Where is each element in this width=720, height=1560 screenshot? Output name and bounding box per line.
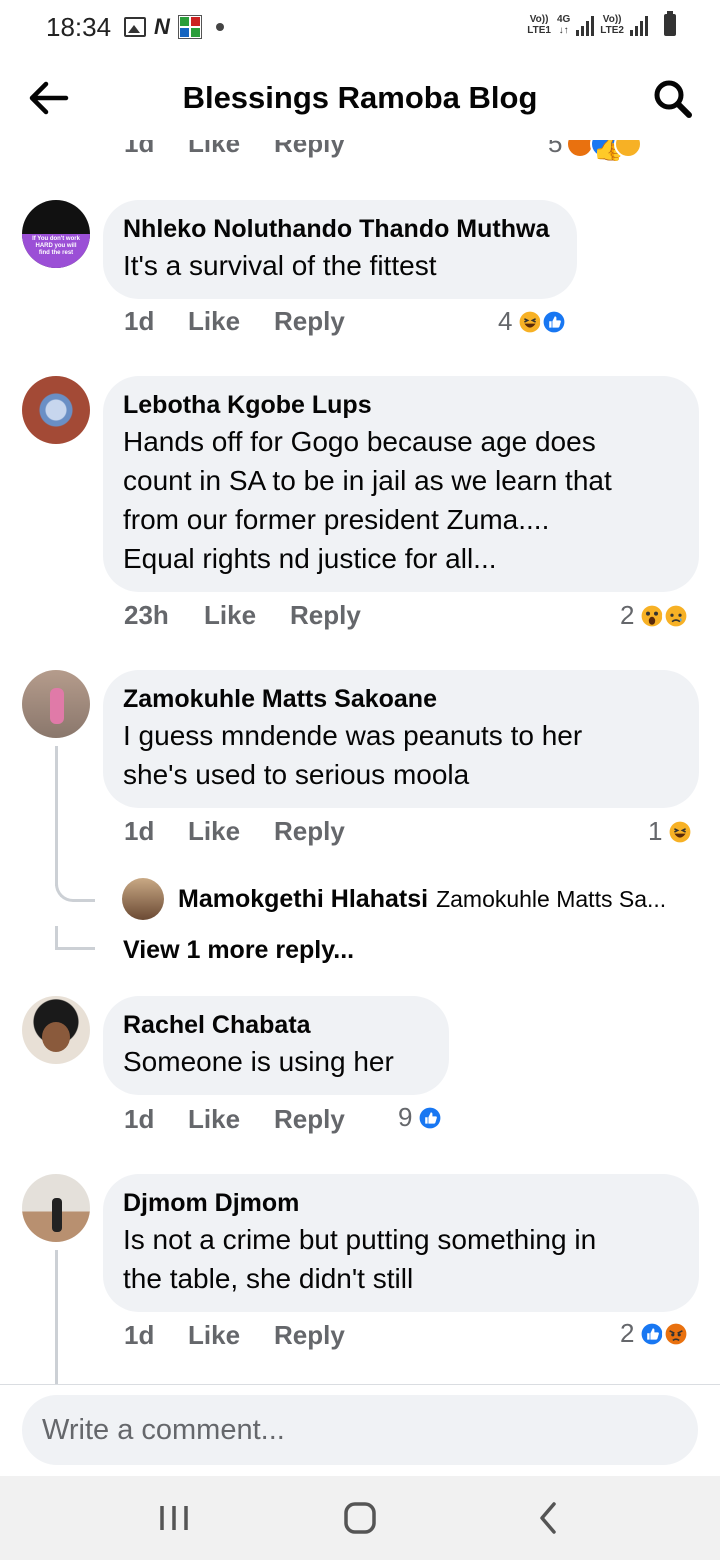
partial-comment-actions: 1d Like Reply (124, 140, 345, 159)
angry-reaction-icon (662, 1319, 691, 1348)
recents-icon (160, 1506, 188, 1530)
comment-time: 23h (124, 600, 169, 630)
comment-time: 1d (124, 1320, 155, 1350)
comment-time: 1d (124, 140, 155, 158)
battery-icon (664, 11, 676, 36)
comment-time: 1d (124, 306, 155, 336)
comments-list: 1d Like Reply 5 If You don't work HARD y… (0, 140, 720, 1384)
reaction-summary[interactable]: 9 (398, 1102, 445, 1133)
sad-reaction-icon (662, 601, 691, 630)
comment-author[interactable]: Rachel Chabata (123, 1008, 429, 1042)
partial-reactions[interactable]: 5 (548, 140, 643, 159)
more-notifications-dot-icon (215, 23, 224, 31)
comment-composer (0, 1384, 720, 1476)
sim1-indicator: Vo)) LTE1 (527, 14, 551, 36)
reaction-summary[interactable]: 4 (498, 306, 569, 337)
avatar[interactable]: If You don't work HARD you will find the… (22, 200, 90, 268)
comment-text: I guess mndende was peanuts to her she's… (123, 720, 583, 790)
thread-connector (55, 926, 95, 950)
like-link[interactable]: Like (204, 600, 290, 631)
page-title: Blessings Ramoba Blog (182, 80, 538, 115)
reply-author: Mamokgethi Hlahatsi (178, 884, 429, 913)
search-icon (654, 80, 692, 118)
comment-actions: 1d Like Reply (124, 1104, 345, 1135)
comment-bubble[interactable]: Djmom Djmom Is not a crime but putting s… (103, 1174, 699, 1312)
comment-text: It's a survival of the fittest (123, 250, 437, 281)
like-link[interactable]: Like (188, 816, 274, 847)
comment-author[interactable]: Zamokuhle Matts Sakoane (123, 682, 679, 716)
reaction-summary[interactable]: 2 (620, 1318, 691, 1349)
network-type: 4G ↓↑ (556, 14, 571, 36)
avatar[interactable] (22, 670, 90, 738)
avatar[interactable] (22, 996, 90, 1064)
notification-icons: N (124, 14, 224, 40)
back-icon (540, 1502, 556, 1534)
like-link[interactable]: Like (188, 1320, 274, 1351)
comment-actions: 1d Like Reply (124, 1320, 345, 1351)
recents-button[interactable] (154, 1498, 194, 1538)
status-time: 18:34 (46, 12, 112, 42)
status-right: Vo)) LTE1 4G ↓↑ Vo)) LTE2 (527, 11, 676, 36)
reply-snippet: Zamokuhle Matts Sa... (436, 885, 667, 912)
nfc-icon: N (154, 14, 170, 39)
reply-link[interactable]: Reply (290, 600, 361, 631)
comment-bubble[interactable]: Zamokuhle Matts Sakoane I guess mndende … (103, 670, 699, 808)
reply-link[interactable]: Reply (274, 306, 345, 337)
comment-bubble[interactable]: Lebotha Kgobe Lups Hands off for Gogo be… (103, 376, 699, 592)
system-nav-bar (0, 1476, 720, 1560)
comment-bubble[interactable]: Rachel Chabata Someone is using her (103, 996, 449, 1095)
thread-line (55, 1250, 58, 1384)
home-button[interactable] (340, 1498, 380, 1538)
reply-link[interactable]: Reply (274, 1104, 345, 1135)
comment-actions: 1d Like Reply (124, 306, 345, 337)
like-link[interactable]: Like (188, 1104, 274, 1135)
thread-connector (55, 880, 95, 902)
comment-author[interactable]: Nhleko Noluthando Thando Muthwa (123, 212, 557, 246)
reply-link[interactable]: Reply (274, 140, 345, 159)
comment-text: Is not a crime but putting something in … (123, 1224, 597, 1294)
signal1-icon (576, 14, 595, 36)
sim2-indicator: Vo)) LTE2 (600, 14, 624, 36)
write-comment-input[interactable] (22, 1395, 698, 1465)
search-button[interactable] (652, 78, 694, 120)
reply-link[interactable]: Reply (274, 1320, 345, 1351)
reaction-summary[interactable]: 1 (648, 816, 695, 847)
comment-time: 1d (124, 816, 155, 846)
like-reaction-icon (416, 1103, 445, 1132)
comment-bubble[interactable]: Nhleko Noluthando Thando Muthwa It's a s… (103, 200, 577, 299)
app-header: Blessings Ramoba Blog (0, 56, 720, 140)
comment-text: Hands off for Gogo because age does coun… (123, 426, 612, 574)
comment-actions: 1d Like Reply (124, 816, 345, 847)
avatar[interactable] (22, 1174, 90, 1242)
home-icon (344, 1502, 376, 1534)
thread-line (55, 746, 58, 886)
comment-author[interactable]: Lebotha Kgobe Lups (123, 388, 679, 422)
like-link[interactable]: Like (188, 306, 274, 337)
status-bar: 18:34 N Vo)) LTE1 4G ↓↑ Vo)) LTE2 (0, 0, 720, 56)
comment-time: 1d (124, 1104, 155, 1134)
avatar[interactable] (22, 376, 90, 444)
comment-text: Someone is using her (123, 1046, 394, 1077)
back-nav-button[interactable] (528, 1498, 568, 1538)
reply-preview[interactable]: Mamokgethi Hlahatsi Zamokuhle Matts Sa..… (122, 878, 666, 920)
like-reaction-icon (540, 307, 569, 336)
comment-actions: 23h Like Reply (124, 600, 361, 631)
app-notification-icon (177, 15, 202, 39)
avatar (122, 878, 164, 920)
like-link[interactable]: Like (188, 140, 274, 159)
view-more-replies-link[interactable]: View 1 more reply... (123, 936, 354, 965)
signal2-icon (630, 14, 648, 36)
reaction-summary[interactable]: 2 (620, 600, 691, 631)
haha-reaction-icon (666, 817, 695, 846)
reply-link[interactable]: Reply (274, 816, 345, 847)
comment-author[interactable]: Djmom Djmom (123, 1186, 679, 1220)
avatar-text: If You don't work HARD you will find the… (32, 236, 80, 256)
gallery-notification-icon (124, 17, 146, 37)
love-reaction-icon (614, 140, 643, 158)
